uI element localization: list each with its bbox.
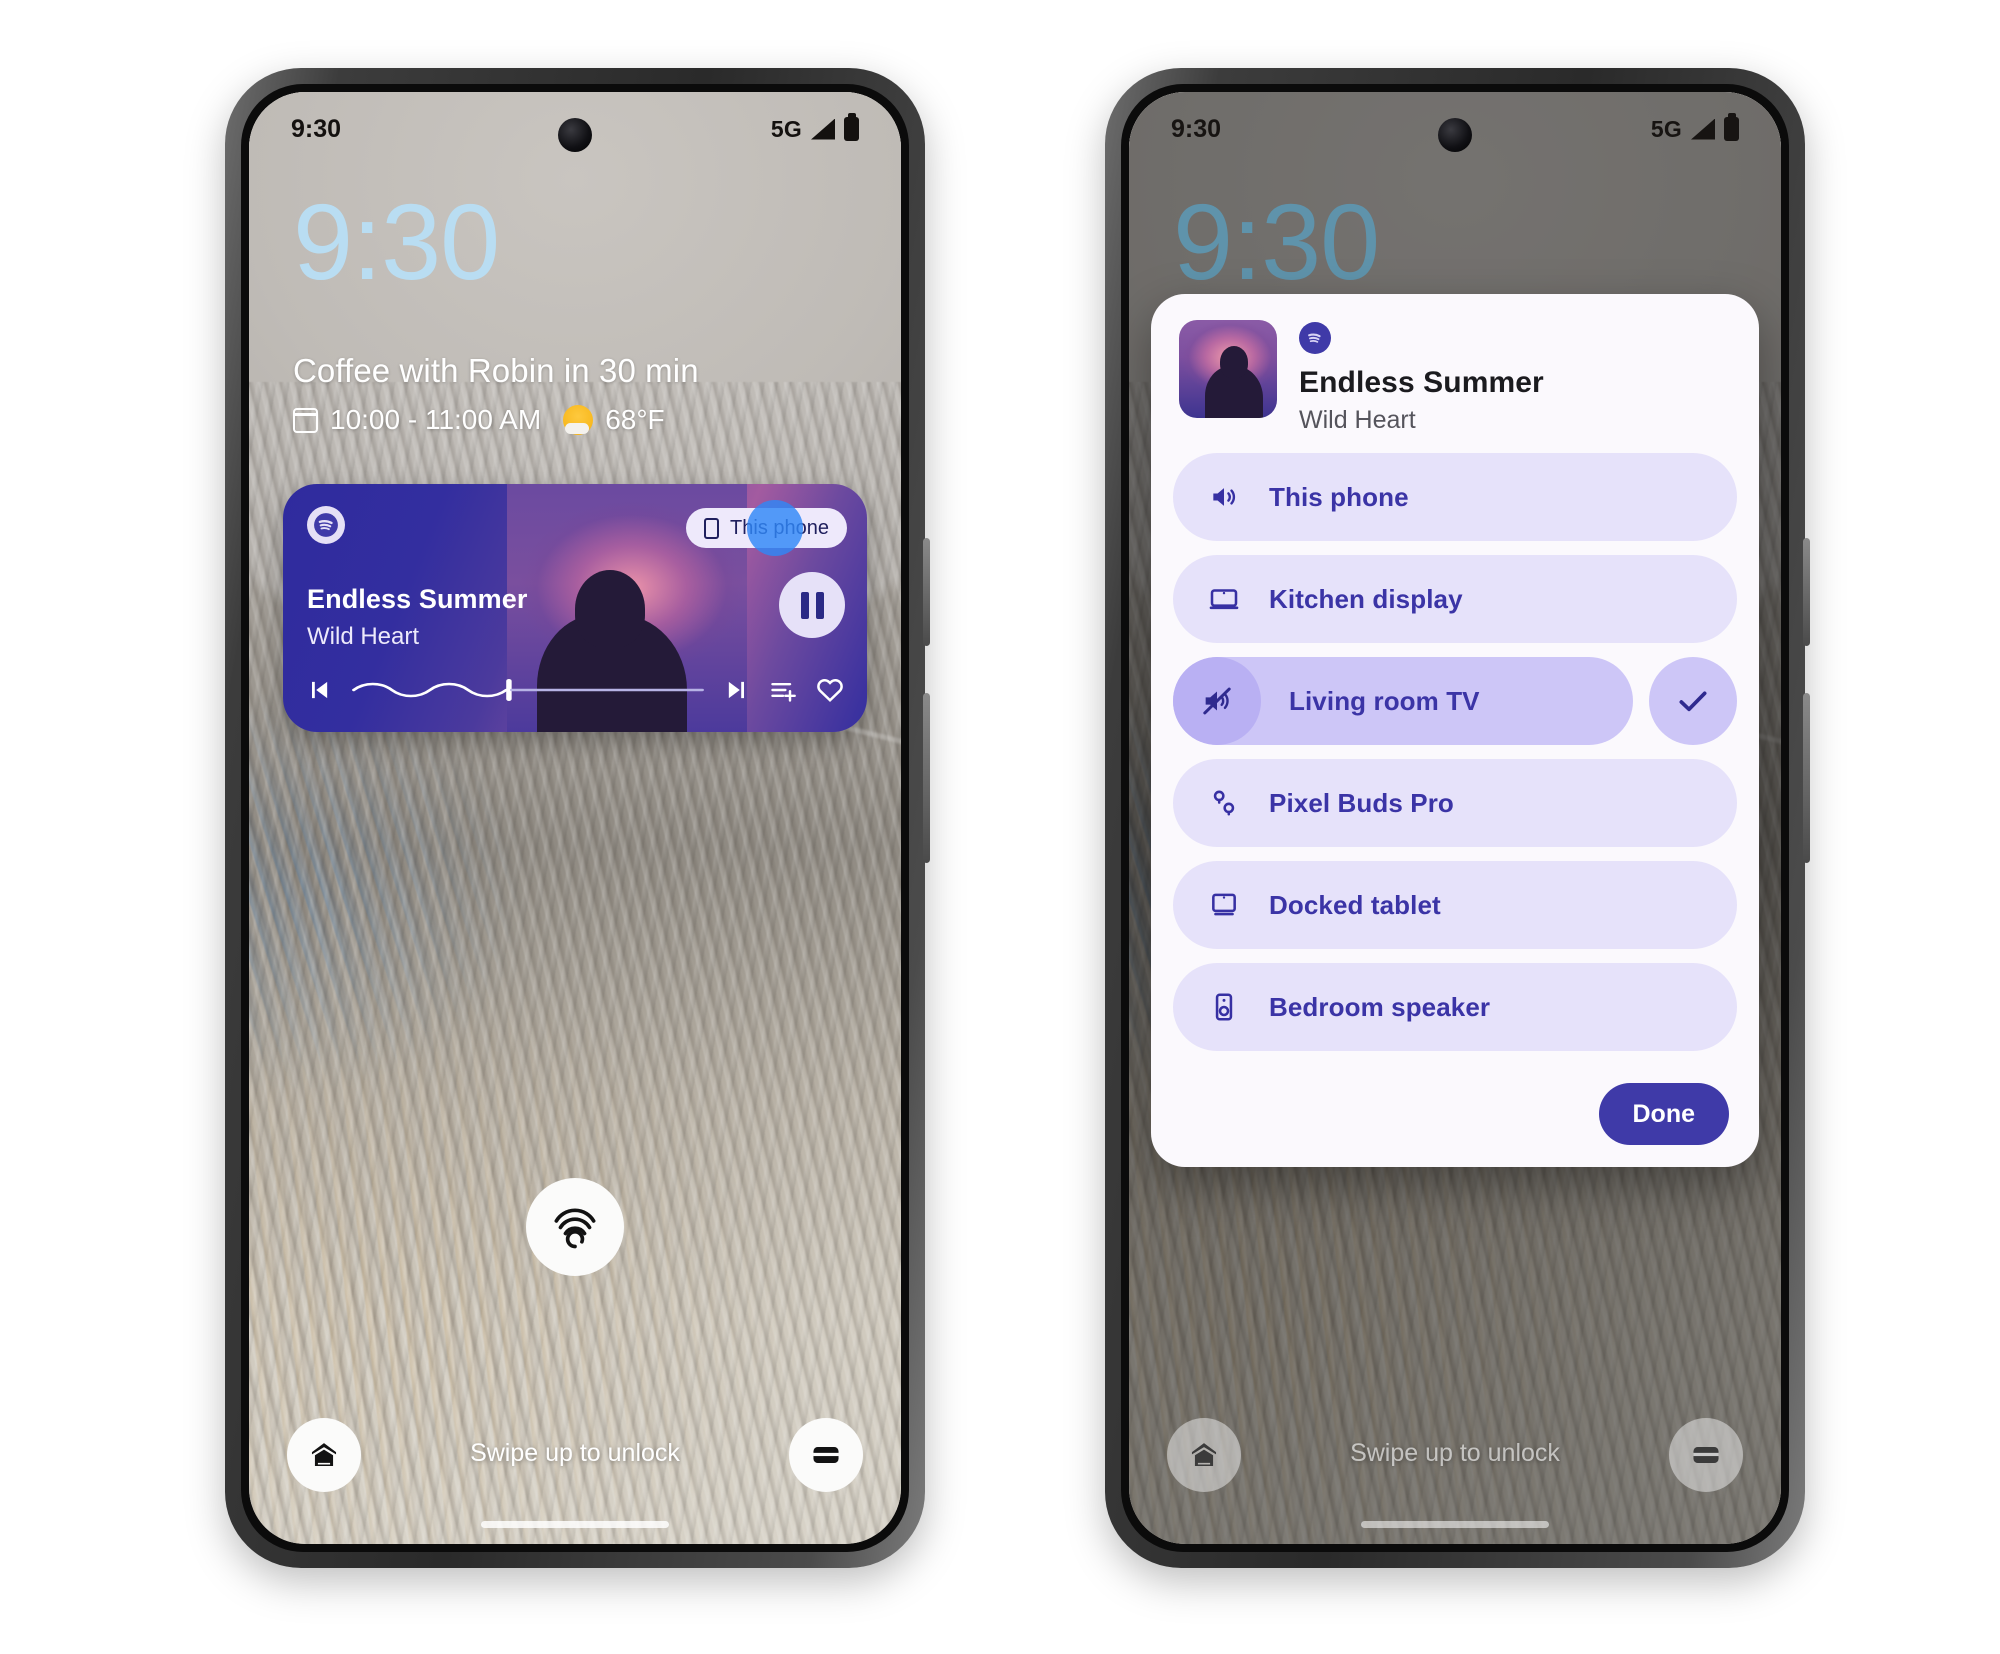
lock-screen-clock: 9:30 — [293, 181, 500, 302]
pause-button[interactable] — [779, 572, 845, 638]
power-button[interactable] — [1803, 538, 1810, 646]
calendar-icon — [293, 407, 318, 433]
signal-bars-icon — [811, 118, 835, 140]
gesture-nav-bar[interactable] — [1361, 1521, 1549, 1528]
notification-temperature: 68°F — [605, 404, 665, 435]
volume-button[interactable] — [923, 693, 930, 863]
screenshot-stage: 9:30 5G 9:30 Coffee with Robin in 30 min… — [0, 0, 2000, 1654]
dialog-track-meta: Endless Summer Wild Heart — [1299, 320, 1544, 435]
device-row-pixel-buds-pro[interactable]: Pixel Buds Pro — [1173, 759, 1737, 847]
device-row-living-room-tv-wrap: Living room TV — [1173, 657, 1737, 745]
device-row-kitchen-display[interactable]: Kitchen display — [1173, 555, 1737, 643]
swipe-hint-right: Swipe up to unlock — [1350, 1439, 1560, 1467]
network-label: 5G — [1650, 115, 1682, 142]
notification-time-range: 10:00 - 11:00 AM — [330, 404, 542, 435]
media-player-card[interactable]: This phone Endless Summer Wild Heart — [283, 484, 867, 732]
phone-icon — [704, 517, 720, 539]
spotify-icon — [1299, 322, 1331, 354]
signal-bars-icon — [1691, 118, 1715, 140]
done-button[interactable]: Done — [1598, 1083, 1729, 1145]
status-indicators: 5G — [1650, 113, 1739, 143]
gesture-nav-bar[interactable] — [481, 1521, 669, 1528]
dialog-actions: Done — [1173, 1065, 1737, 1149]
device-label: Living room TV — [1289, 685, 1480, 716]
device-label: Bedroom speaker — [1269, 991, 1491, 1022]
wallpaper-left — [249, 92, 901, 1544]
status-time: 9:30 — [291, 114, 342, 143]
device-label: Docked tablet — [1269, 889, 1441, 920]
album-art-silhouette — [1205, 346, 1263, 418]
network-label: 5G — [770, 115, 802, 142]
battery-icon — [1724, 113, 1739, 141]
device-row-docked-tablet[interactable]: Docked tablet — [1173, 861, 1737, 949]
pause-icon-bar — [815, 591, 824, 619]
device-label: Pixel Buds Pro — [1269, 787, 1454, 818]
volume-off-icon — [1200, 684, 1234, 718]
notification-title: Coffee with Robin in 30 min — [293, 352, 699, 389]
volume-up-icon — [1207, 480, 1241, 514]
device-row-bedroom-speaker[interactable]: Bedroom speaker — [1173, 963, 1737, 1051]
speaker-icon — [1207, 990, 1241, 1024]
dialog-track-title: Endless Summer — [1299, 366, 1544, 399]
output-switcher-dialog: Endless Summer Wild Heart This phone Kit… — [1151, 294, 1759, 1167]
seek-bar[interactable] — [351, 678, 705, 702]
screen-right: 9:30 5G 9:30 Endless Summer Wild Heart T… — [1129, 92, 1781, 1544]
album-art — [1179, 320, 1277, 418]
calendar-notification[interactable]: Coffee with Robin in 30 min 10:00 - 11:0… — [293, 352, 861, 436]
status-indicators: 5G — [770, 113, 859, 143]
check-icon — [1679, 691, 1707, 712]
notification-details: 10:00 - 11:00 AM 68°F — [293, 404, 861, 436]
device-row-living-room-tv[interactable]: Living room TV — [1173, 657, 1633, 745]
selected-check-button[interactable] — [1649, 657, 1737, 745]
device-label: Kitchen display — [1269, 583, 1463, 614]
battery-icon — [844, 113, 859, 141]
volume-button[interactable] — [1803, 693, 1810, 863]
lock-screen-clock: 9:30 — [1173, 181, 1380, 302]
phone-left: 9:30 5G 9:30 Coffee with Robin in 30 min… — [225, 68, 930, 1568]
sun-cloud-icon — [563, 405, 594, 435]
pause-icon-bar — [800, 591, 809, 619]
skip-next-icon[interactable] — [723, 676, 751, 704]
front-camera-icon — [1438, 118, 1472, 152]
fingerprint-unlock-button[interactable] — [526, 1178, 624, 1276]
tap-highlight-dot — [747, 500, 803, 556]
front-camera-icon — [558, 118, 592, 152]
add-to-queue-icon[interactable] — [769, 676, 797, 704]
tablet-dock-icon — [1207, 888, 1241, 922]
swipe-hint-left: Swipe up to unlock — [470, 1439, 680, 1467]
media-track-title: Endless Summer — [307, 584, 528, 614]
dialog-header: Endless Summer Wild Heart — [1173, 316, 1737, 453]
spotify-icon — [307, 506, 345, 544]
heart-outline-icon[interactable] — [815, 675, 845, 705]
fingerprint-icon — [554, 1208, 596, 1249]
device-row-this-phone[interactable]: This phone — [1173, 453, 1737, 541]
device-label: This phone — [1269, 481, 1409, 512]
display-icon — [1207, 582, 1241, 616]
media-artist: Wild Heart — [307, 623, 420, 650]
phone-bezel-right: 9:30 5G 9:30 Endless Summer Wild Heart T… — [1121, 84, 1789, 1552]
earbuds-icon — [1207, 786, 1241, 820]
phone-right: 9:30 5G 9:30 Endless Summer Wild Heart T… — [1105, 68, 1810, 1568]
phone-bezel-left: 9:30 5G 9:30 Coffee with Robin in 30 min… — [241, 84, 909, 1552]
skip-previous-icon[interactable] — [305, 676, 333, 704]
media-controls — [305, 670, 845, 710]
power-button[interactable] — [923, 538, 930, 646]
dialog-artist: Wild Heart — [1299, 406, 1416, 434]
status-time: 9:30 — [1171, 114, 1222, 143]
device-icon-badge — [1173, 657, 1261, 745]
screen-left: 9:30 5G 9:30 Coffee with Robin in 30 min… — [249, 92, 901, 1544]
